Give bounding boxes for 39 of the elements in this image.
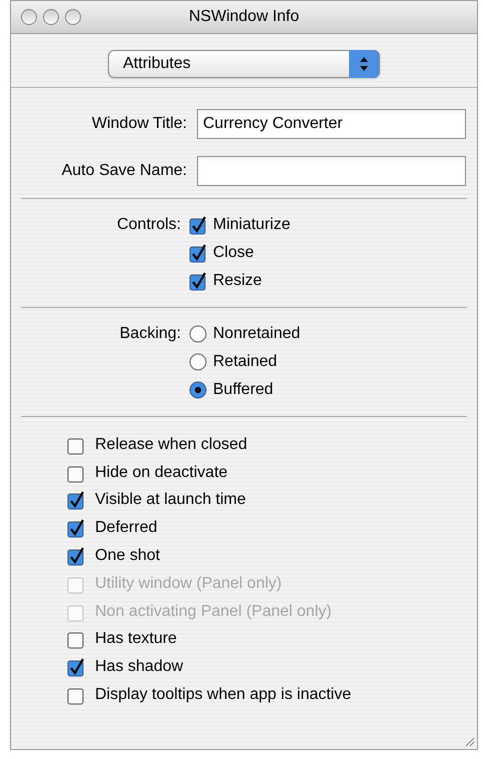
text-field[interactable] (197, 156, 466, 186)
radio-button[interactable] (189, 353, 207, 371)
option-label[interactable]: Nonretained (213, 322, 300, 346)
option-label: Non activating Panel (Panel only) (95, 602, 332, 622)
close-button[interactable] (21, 9, 37, 25)
stepper-icon (349, 50, 379, 78)
option-label[interactable]: Close (213, 241, 254, 265)
checkbox[interactable] (189, 271, 207, 291)
popup-button[interactable]: Attributes (108, 50, 380, 78)
option-label[interactable]: Visible at launch time (95, 488, 246, 512)
option-label: Utility window (Panel only) (95, 574, 282, 594)
field-label: Window Title: (90, 114, 188, 134)
option-label[interactable]: Display tooltips when app is inactive (95, 683, 352, 708)
checkbox[interactable] (189, 215, 207, 235)
option-label[interactable]: Deferred (95, 516, 158, 540)
window-title: NSWindow Info (188, 7, 300, 27)
group-label: Controls: (116, 215, 182, 235)
option-label[interactable]: Retained (213, 350, 278, 374)
minimize-button[interactable] (43, 9, 59, 25)
text-field[interactable]: Currency Converter (197, 109, 466, 139)
field-label: Auto Save Name: (60, 161, 188, 181)
option-label[interactable]: Buffered (213, 378, 274, 402)
option-label[interactable]: Hide on deactivate (95, 460, 228, 485)
checkbox[interactable] (67, 546, 85, 566)
radio-button[interactable] (189, 381, 207, 399)
option-label[interactable]: Has shadow (95, 655, 184, 680)
checkbox[interactable] (67, 518, 85, 538)
checkbox[interactable] (67, 490, 85, 510)
option-label[interactable]: Release when closed (95, 432, 248, 457)
radio-button[interactable] (189, 325, 207, 343)
resize-grip-icon[interactable] (463, 735, 475, 747)
option-label[interactable]: Resize (213, 269, 262, 293)
zoom-button[interactable] (65, 9, 81, 25)
checkbox[interactable] (189, 243, 207, 263)
option-label[interactable]: Has texture (95, 627, 177, 652)
group-label: Backing: (118, 324, 182, 344)
checkbox[interactable] (67, 657, 85, 678)
option-label[interactable]: Miniaturize (213, 213, 290, 237)
option-label[interactable]: One shot (95, 544, 160, 568)
